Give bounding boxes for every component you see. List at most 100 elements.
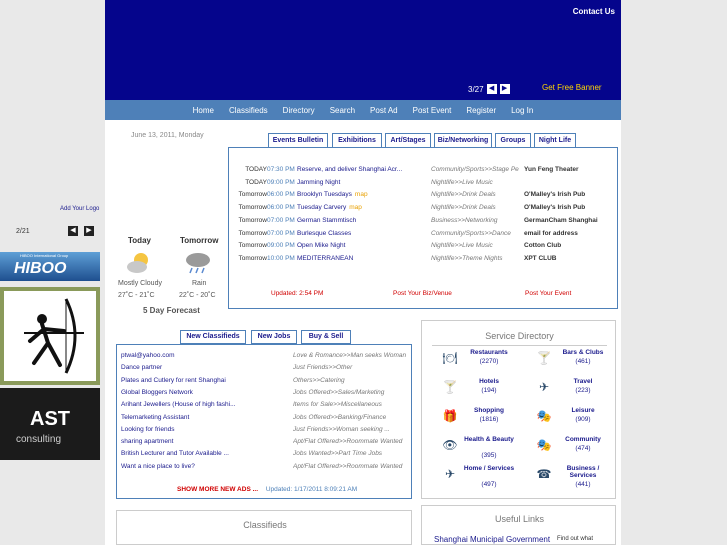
event-title-link[interactable]: Reserve, and deliver Shanghai Acr...: [297, 166, 427, 173]
ast-consulting-ad[interactable]: AST consulting: [0, 388, 100, 460]
event-venue[interactable]: O'Malley's Irish Pub: [524, 191, 616, 198]
community-icon: 🎭: [536, 438, 552, 452]
classified-category[interactable]: Jobs Wanted>>Part Time Jobs: [293, 450, 411, 457]
classified-title-link[interactable]: Plates and Cutlery for rent Shanghai: [121, 377, 291, 384]
event-venue[interactable]: email for address: [524, 230, 616, 237]
service-item[interactable]: ☎ Business / Services (441): [536, 465, 626, 493]
event-day: Tomorrow: [238, 254, 267, 262]
classifieds-updated: Updated: 1/17/2011 8:09:21 AM: [265, 486, 358, 493]
next-arrow-icon[interactable]: ▶: [499, 84, 510, 94]
classified-category[interactable]: Others>>Catering: [293, 377, 411, 384]
classified-title-link[interactable]: ptwal@yahoo.com: [121, 352, 291, 359]
event-category[interactable]: Nightlife>>Live Music: [431, 242, 519, 249]
event-title-link[interactable]: MEDITERRANEAN: [297, 255, 427, 262]
event-category[interactable]: Community/Sports>>Stage Per...: [431, 166, 519, 173]
nav-post-ad[interactable]: Post Ad: [370, 106, 398, 115]
nav-home[interactable]: Home: [193, 106, 214, 115]
service-item[interactable]: ✈ Travel (223): [536, 378, 626, 406]
event-day: Tomorrow: [238, 191, 267, 199]
classified-row: Want a nice place to live? Apt/Flat Offer…: [121, 463, 411, 475]
service-item[interactable]: 🍽 Restaurants (2270): [442, 349, 532, 377]
event-category[interactable]: Business>>Networking: [431, 217, 519, 224]
event-map-link[interactable]: map: [349, 204, 362, 211]
event-category[interactable]: Community/Sports>>Dance: [431, 230, 519, 237]
event-venue[interactable]: O'Malley's Irish Pub: [524, 204, 616, 211]
service-item[interactable]: 🍸 Bars & Clubs (461): [536, 349, 626, 377]
service-item[interactable]: 🎭 Leisure (909): [536, 407, 626, 435]
hiboo-logo-ad[interactable]: HIBOO International Group HIBOO: [0, 252, 100, 281]
classified-category[interactable]: Just Friends>>Woman seeking ...: [293, 426, 411, 433]
eye-icon: 👁: [442, 438, 458, 452]
classified-category[interactable]: Items for Sale>>Miscellaneous: [293, 401, 411, 408]
classified-category[interactable]: Just Friends>>Other: [293, 364, 411, 371]
classified-title-link[interactable]: Want a nice place to live?: [121, 463, 291, 470]
tab-events-bulletin[interactable]: Events Bulletin: [268, 133, 328, 148]
event-title-link[interactable]: Tuesday Carvery map: [297, 204, 427, 211]
five-day-forecast-link[interactable]: 5 Day Forecast: [143, 306, 200, 315]
tab-exhibitions[interactable]: Exhibitions: [332, 133, 382, 148]
archer-logo-ad[interactable]: [0, 287, 100, 385]
add-your-logo-link[interactable]: Add Your Logo: [60, 206, 99, 212]
tab-buy-and-sell[interactable]: Buy & Sell: [301, 330, 351, 344]
classified-title-link[interactable]: Telemarketing Assistant: [121, 414, 291, 421]
classified-title-link[interactable]: Arihant Jewellers (House of high fashi..…: [121, 401, 291, 408]
tab-groups[interactable]: Groups: [495, 133, 531, 148]
event-category[interactable]: Nightlife>>Drink Deals: [431, 191, 519, 198]
event-category[interactable]: Nightlife>>Drink Deals: [431, 204, 519, 211]
show-more-ads-link[interactable]: SHOW MORE NEW ADS ...: [177, 486, 258, 493]
event-title-link[interactable]: Open Mike Night: [297, 242, 427, 249]
classified-category[interactable]: Jobs Offered>>Banking/Finance: [293, 414, 411, 421]
shanghai-government-link[interactable]: Shanghai Municipal Government: [434, 535, 550, 544]
event-venue[interactable]: GermanCham Shanghai: [524, 217, 616, 224]
service-item-name: Leisure: [571, 407, 595, 414]
classified-title-link[interactable]: sharing apartment: [121, 438, 291, 445]
nav-search[interactable]: Search: [330, 106, 355, 115]
classified-category[interactable]: Apt/Flat Offered>>Roommate Wanted: [293, 438, 411, 445]
event-title-link[interactable]: Jamming Night: [297, 179, 427, 186]
service-item[interactable]: 👁 Health & Beauty (395): [442, 436, 532, 464]
post-event-link[interactable]: Post Your Event: [525, 290, 571, 297]
service-item[interactable]: 🍸 Hotels (194): [442, 378, 532, 406]
logo-prev-arrow-icon[interactable]: ◀: [68, 226, 78, 236]
tab-night-life[interactable]: Night Life: [534, 133, 576, 148]
nav-directory[interactable]: Directory: [283, 106, 315, 115]
classified-category[interactable]: Love & Romance>>Man seeks Woman: [293, 352, 411, 359]
nav-log-in[interactable]: Log In: [511, 106, 533, 115]
tab-biz-networking[interactable]: Biz/Networking: [434, 133, 492, 148]
classified-category[interactable]: Jobs Offered>>Sales/Marketing: [293, 389, 411, 396]
classified-title-link[interactable]: Global Bloggers Network: [121, 389, 291, 396]
post-biz-venue-link[interactable]: Post Your Biz/Venue: [393, 290, 452, 297]
classified-title-link[interactable]: British Lecturer and Tutor Available ...: [121, 450, 291, 457]
service-item-name: Restaurants: [470, 349, 508, 356]
event-title-link[interactable]: Burlesque Classes: [297, 230, 427, 237]
tab-art-stages[interactable]: Art/Stages: [385, 133, 431, 148]
service-item-name: Travel: [573, 378, 593, 385]
tab-new-jobs[interactable]: New Jobs: [251, 330, 297, 344]
nav-register[interactable]: Register: [466, 106, 496, 115]
event-category[interactable]: Nightlife>>Live Music: [431, 179, 519, 186]
event-category[interactable]: Nightlife>>Theme Nights: [431, 255, 519, 262]
classified-title-link[interactable]: Looking for friends: [121, 426, 291, 433]
event-title-link[interactable]: German Stammtisch: [297, 217, 427, 224]
service-item-count: (223): [575, 387, 591, 394]
event-venue[interactable]: XPT CLUB: [524, 255, 616, 262]
free-banner-link[interactable]: Get Free Banner: [542, 83, 602, 92]
service-item[interactable]: 🎁 Shopping (1816): [442, 407, 532, 435]
event-venue[interactable]: Cotton Club: [524, 242, 616, 249]
nav-post-event[interactable]: Post Event: [413, 106, 452, 115]
event-venue[interactable]: Yun Feng Theater: [524, 166, 616, 173]
service-item[interactable]: 🎭 Community (474): [536, 436, 626, 464]
classified-category[interactable]: Apt/Flat Offered>>Roommate Wanted: [293, 463, 411, 470]
weather-today-temp: 27˚C - 21˚C: [118, 292, 155, 299]
logo-next-arrow-icon[interactable]: ▶: [84, 226, 94, 236]
classified-title-link[interactable]: Dance partner: [121, 364, 291, 371]
event-time: 07:00 PM: [267, 216, 295, 224]
prev-arrow-icon[interactable]: ◀: [486, 84, 497, 94]
service-item[interactable]: ✈ Home / Services (497): [442, 465, 532, 493]
event-map-link[interactable]: map: [355, 191, 368, 198]
service-item-name: Shopping: [474, 407, 504, 414]
tab-new-classifieds[interactable]: New Classifieds: [180, 330, 246, 344]
nav-classifieds[interactable]: Classifieds: [229, 106, 268, 115]
contact-us-link[interactable]: Contact Us: [573, 7, 615, 16]
event-title-link[interactable]: Brooklyn Tuesdays map: [297, 191, 427, 198]
